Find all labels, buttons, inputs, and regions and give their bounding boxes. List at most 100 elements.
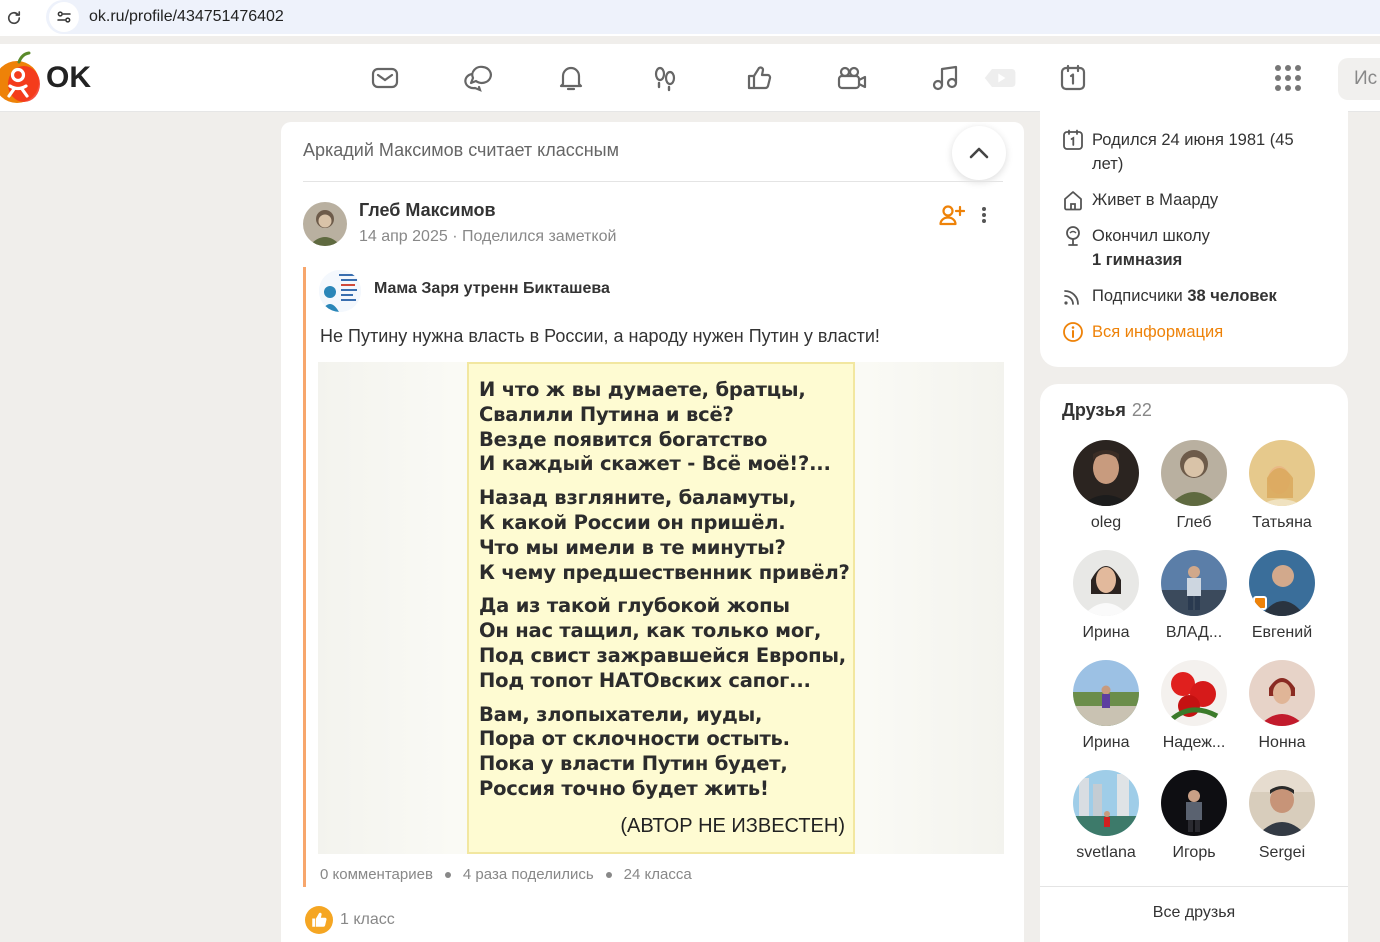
clips-icon[interactable]	[983, 60, 1019, 96]
friend-item[interactable]: svetlana	[1066, 770, 1146, 862]
friend-name[interactable]: ВЛАД...	[1154, 624, 1234, 642]
friends-title[interactable]: Друзья 22	[1062, 400, 1152, 421]
events-icon[interactable]	[1055, 60, 1091, 96]
friend-item[interactable]: Глеб	[1154, 440, 1234, 532]
friend-item[interactable]: Татьяна	[1242, 440, 1322, 532]
collapse-button[interactable]	[952, 126, 1006, 180]
browser-toolbar: ok.ru/profile/434751476402	[0, 0, 1380, 36]
stat-separator	[605, 871, 612, 878]
video-icon[interactable]	[834, 60, 870, 96]
friend-item[interactable]: Нонна	[1242, 660, 1322, 752]
more-options-icon[interactable]	[977, 204, 991, 226]
info-icon	[1063, 322, 1083, 342]
author-name[interactable]: Глеб Максимов	[359, 200, 496, 221]
friend-item[interactable]: oleg	[1066, 440, 1146, 532]
school-row: Окончил школу 1 гимназия	[1062, 224, 1210, 272]
friend-name[interactable]: Нонна	[1242, 734, 1322, 752]
logo-text: OK	[46, 61, 91, 94]
friend-item[interactable]: Игорь	[1154, 770, 1234, 862]
url-text[interactable]: ok.ru/profile/434751476402	[89, 8, 284, 26]
group-name[interactable]: Мама Заря утренн Бикташева	[374, 280, 610, 298]
like-button[interactable]	[305, 906, 333, 934]
friend-avatar[interactable]	[1161, 660, 1227, 726]
friend-avatar[interactable]	[1161, 770, 1227, 836]
friend-avatar[interactable]	[1073, 660, 1139, 726]
friend-avatar[interactable]	[1073, 550, 1139, 616]
poem-line: Пока у власти Путин будет,	[479, 752, 788, 776]
calendar-icon	[1063, 129, 1083, 150]
poem-line: Он нас тащил, как только мог,	[479, 619, 822, 643]
discussions-icon[interactable]	[461, 60, 497, 96]
friend-name[interactable]: Глеб	[1154, 514, 1234, 532]
poem-line: Да из такой глубокой жопы	[479, 594, 790, 618]
my-like-count[interactable]: 1 класс	[340, 911, 395, 929]
friend-name[interactable]: Татьяна	[1242, 514, 1322, 532]
followers-text[interactable]: Подписчики 38 человек	[1092, 284, 1277, 308]
friend-avatar[interactable]	[1249, 770, 1315, 836]
poem-stanza: Назад взгляните, баламуты, К какой Росси…	[479, 486, 853, 585]
birth-row: Родился 24 июня 1981 (45 лет)	[1062, 128, 1294, 176]
poem-line: К чему предшественник привёл?	[479, 560, 850, 584]
address-bar[interactable]: ok.ru/profile/434751476402	[46, 0, 1380, 34]
friend-avatar[interactable]	[1073, 440, 1139, 506]
post-date[interactable]: 14 апр 2025	[359, 228, 448, 245]
add-friend-icon[interactable]	[939, 204, 966, 226]
thumbs-up-icon	[312, 912, 327, 927]
friend-avatar[interactable]	[1161, 440, 1227, 506]
home-icon	[1064, 191, 1082, 211]
all-friends-button[interactable]: Все друзья	[1040, 904, 1348, 922]
profile-info-card: Родился 24 июня 1981 (45 лет) Живет в Ма…	[1040, 106, 1348, 367]
poem-stanza: И что ж вы думаете, братцы, Свалили Пути…	[479, 378, 853, 477]
shares-count[interactable]: 4 раза поделились	[463, 866, 594, 883]
birth-line: Родился 24 июня 1981 (45	[1092, 131, 1294, 149]
author-avatar[interactable]	[303, 202, 347, 246]
comments-count[interactable]: 0 комментариев	[320, 866, 433, 883]
guests-icon[interactable]	[647, 60, 683, 96]
friend-name[interactable]: Ирина	[1066, 734, 1146, 752]
friend-item[interactable]: Ирина	[1066, 550, 1146, 642]
poem-line: Назад взгляните, баламуты,	[479, 486, 797, 510]
friend-avatar[interactable]	[1161, 550, 1227, 616]
site-settings-icon[interactable]	[49, 2, 79, 32]
group-avatar[interactable]	[319, 270, 361, 312]
school-name[interactable]: 1 гимназия	[1092, 248, 1210, 272]
friend-item[interactable]: Надеж...	[1154, 660, 1234, 752]
friend-avatar[interactable]	[1249, 660, 1315, 726]
liked-by-line[interactable]: Аркадий Максимов считает классным	[303, 140, 619, 161]
ok-logo[interactable]: OK	[0, 50, 91, 106]
friend-name[interactable]: Евгений	[1242, 624, 1322, 642]
post-image[interactable]: И что ж вы думаете, братцы, Свалили Пути…	[318, 362, 1004, 854]
post-stats: 0 комментариев 4 раза поделились 24 клас…	[320, 866, 692, 883]
feed-post-card: Аркадий Максимов считает классным Глеб М…	[281, 122, 1024, 942]
birth-line-cont: лет)	[1092, 155, 1124, 173]
friend-name[interactable]: Игорь	[1154, 844, 1234, 862]
lives-row: Живет в Маарду	[1062, 188, 1218, 212]
lives-text[interactable]: Живет в Маарду	[1092, 188, 1218, 212]
poem-line: Под свист зажравшейся Европы,	[479, 643, 847, 667]
friends-count: 22	[1131, 400, 1152, 420]
music-icon[interactable]	[927, 60, 963, 96]
friend-item[interactable]: ВЛАД...	[1154, 550, 1234, 642]
friend-name[interactable]: Ирина	[1066, 624, 1146, 642]
apps-grid-icon[interactable]	[1270, 60, 1306, 96]
reload-icon[interactable]	[2, 6, 26, 30]
friend-name[interactable]: Надеж...	[1154, 734, 1234, 752]
notifications-icon[interactable]	[553, 60, 589, 96]
mail-icon[interactable]	[367, 60, 403, 96]
friend-item[interactable]: Sergei	[1242, 770, 1322, 862]
likes-count[interactable]: 24 класса	[624, 866, 692, 883]
friend-name[interactable]: oleg	[1066, 514, 1146, 532]
search-input[interactable]: Ис	[1338, 58, 1380, 100]
friend-name[interactable]: Sergei	[1242, 844, 1322, 862]
likes-icon[interactable]	[741, 60, 777, 96]
friend-item[interactable]: Евгений	[1242, 550, 1322, 642]
friend-avatar[interactable]	[1249, 440, 1315, 506]
friend-name[interactable]: svetlana	[1066, 844, 1146, 862]
friend-avatar[interactable]	[1249, 550, 1315, 616]
chevron-up-icon	[969, 147, 989, 159]
friend-item[interactable]: Ирина	[1066, 660, 1146, 752]
poem-line: Что мы имели в те минуты?	[479, 535, 786, 559]
poem-line: Свалили Путина и всё?	[479, 402, 734, 426]
friend-avatar[interactable]	[1073, 770, 1139, 836]
all-info-link[interactable]: Вся информация	[1092, 320, 1223, 344]
